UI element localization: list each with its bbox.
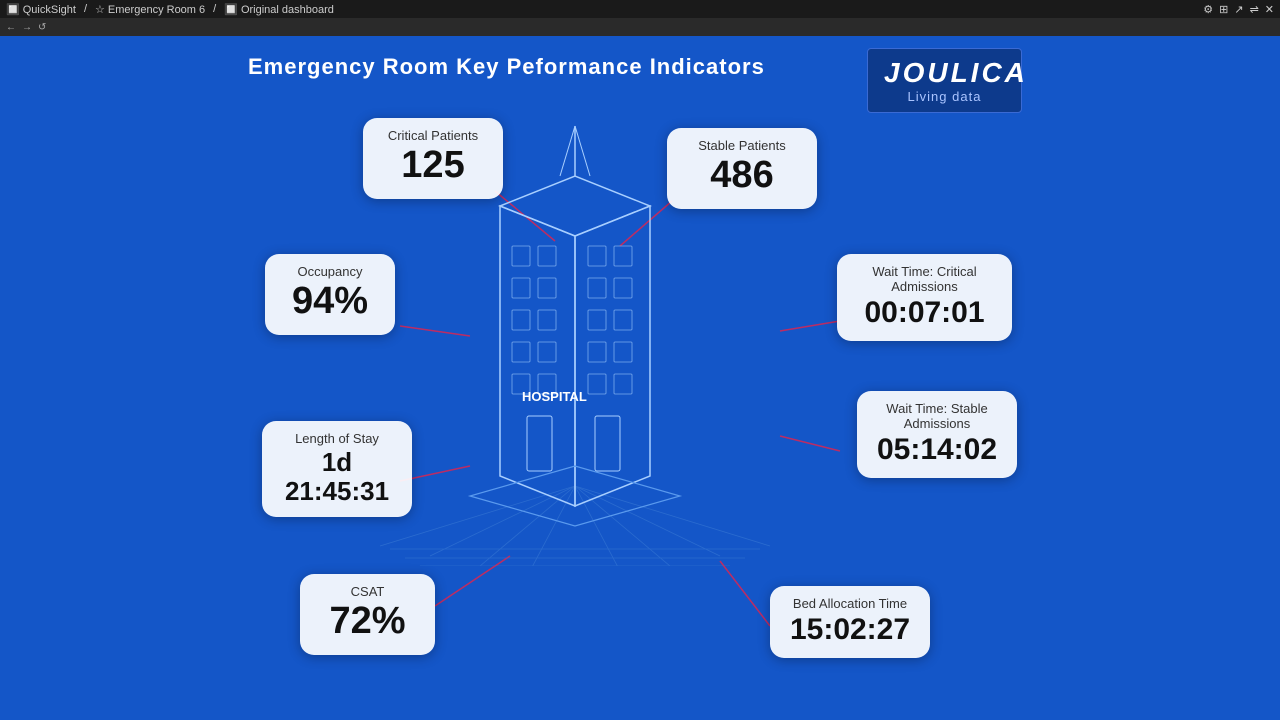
svg-text:HOSPITAL: HOSPITAL — [522, 389, 587, 404]
csat-label: CSAT — [318, 584, 417, 599]
dashboard-title: Emergency Room Key Peformance Indicators — [248, 54, 765, 80]
topbar-icon-5[interactable]: ✕ — [1265, 3, 1274, 16]
csat-card: CSAT 72% — [300, 574, 435, 655]
critical-patients-label: Critical Patients — [381, 128, 485, 143]
length-of-stay-card: Length of Stay 1d 21:45:31 — [262, 421, 412, 517]
logo-tagline: Living data — [884, 89, 1005, 104]
occupancy-label: Occupancy — [283, 264, 377, 279]
logo-name: JOULICA — [884, 57, 1005, 89]
wait-time-critical-label: Wait Time: Critical Admissions — [855, 264, 994, 294]
topbar-breadcrumb: ☆ Emergency Room 6 — [95, 3, 205, 16]
dashboard: HOSPITAL Emergency Room Key Peformance I… — [0, 36, 1280, 720]
toolbar2-undo[interactable]: ← — [6, 22, 16, 33]
bed-allocation-card: Bed Allocation Time 15:02:27 — [770, 586, 930, 658]
critical-patients-card: Critical Patients 125 — [363, 118, 503, 199]
bed-allocation-label: Bed Allocation Time — [788, 596, 912, 611]
stable-patients-value: 486 — [685, 155, 799, 197]
topbar-icon-4[interactable]: ⇌ — [1250, 3, 1259, 16]
wait-time-stable-card: Wait Time: Stable Admissions 05:14:02 — [857, 391, 1017, 478]
stable-patients-label: Stable Patients — [685, 138, 799, 153]
length-of-stay-label: Length of Stay — [280, 431, 394, 446]
stable-patients-card: Stable Patients 486 — [667, 128, 817, 209]
topbar-icon-2[interactable]: ⊞ — [1219, 3, 1228, 16]
topbar: 🔲 QuickSight / ☆ Emergency Room 6 / 🔲 Or… — [0, 0, 1280, 18]
wait-time-stable-label: Wait Time: Stable Admissions — [875, 401, 999, 431]
topbar-sep2: / — [213, 3, 216, 15]
topbar-icon-3[interactable]: ↗ — [1234, 3, 1243, 16]
critical-patients-value: 125 — [381, 145, 485, 187]
occupancy-card: Occupancy 94% — [265, 254, 395, 335]
bed-allocation-value: 15:02:27 — [788, 613, 912, 646]
length-of-stay-value: 1d 21:45:31 — [280, 448, 394, 505]
toolbar2-refresh[interactable]: ↺ — [38, 22, 46, 33]
wait-time-stable-value: 05:14:02 — [875, 433, 999, 466]
topbar-icon-1[interactable]: ⚙ — [1203, 3, 1213, 16]
toolbar2: ← → ↺ — [0, 18, 1280, 36]
csat-value: 72% — [318, 601, 417, 643]
topbar-sep: / — [84, 3, 87, 15]
wait-time-critical-value: 00:07:01 — [855, 296, 994, 329]
occupancy-value: 94% — [283, 281, 377, 323]
topbar-app: 🔲 QuickSight — [6, 3, 76, 16]
logo-box: JOULICA Living data — [867, 48, 1022, 113]
wait-time-critical-card: Wait Time: Critical Admissions 00:07:01 — [837, 254, 1012, 341]
topbar-page: 🔲 Original dashboard — [224, 3, 334, 16]
toolbar2-redo[interactable]: → — [22, 22, 32, 33]
